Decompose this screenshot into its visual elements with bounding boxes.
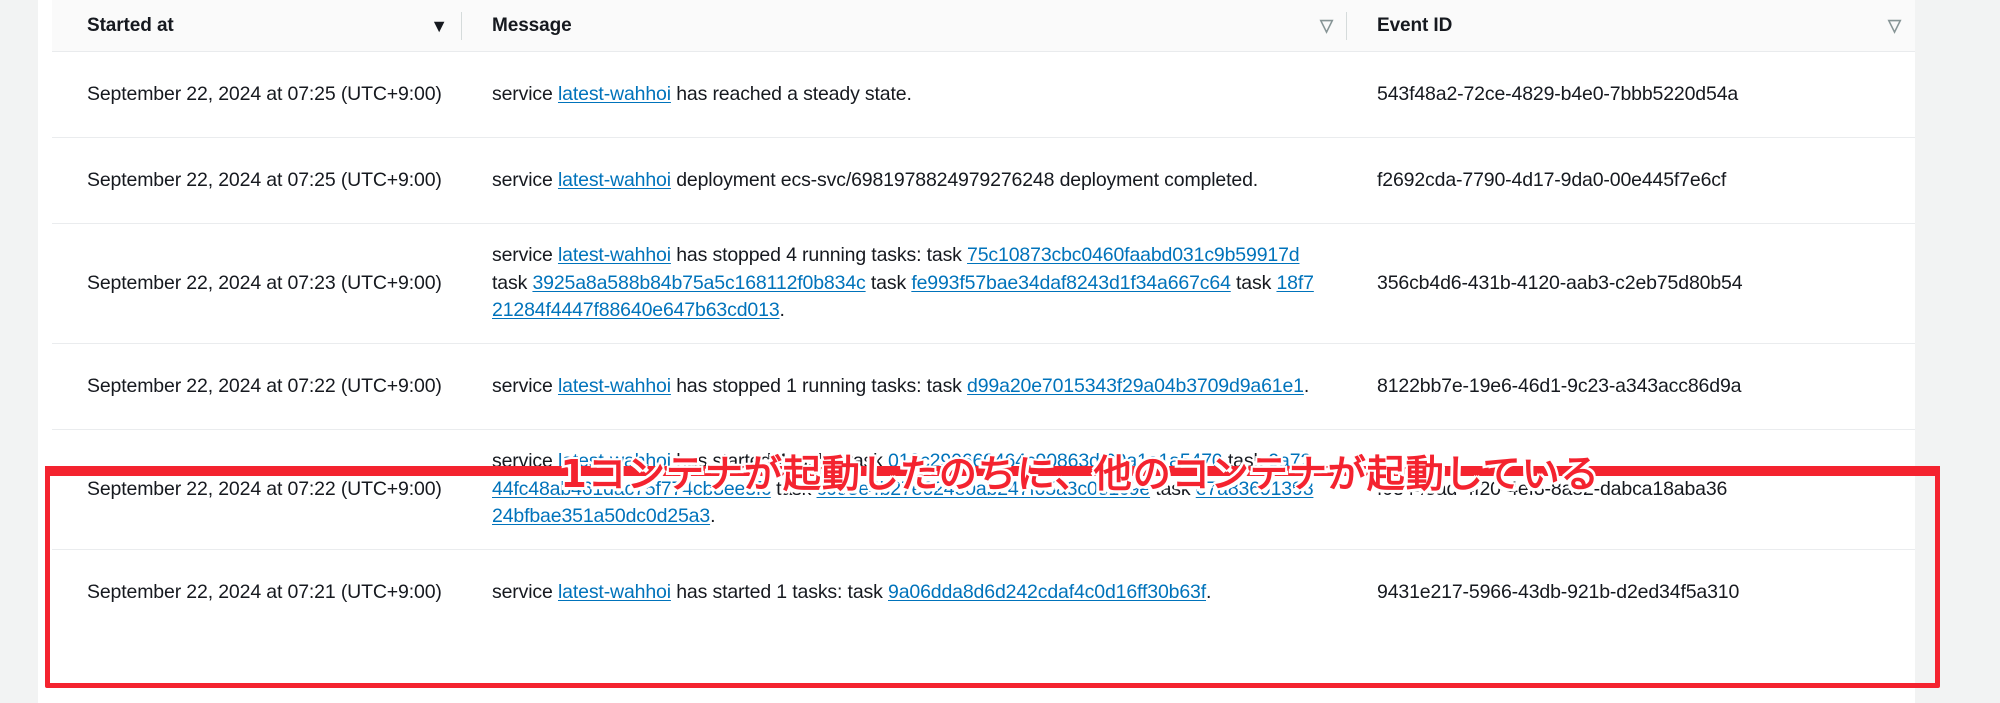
message-text-segment: . [1206, 581, 1212, 604]
cell-started-at: September 22, 2024 at 07:21 (UTC+9:00) [87, 581, 442, 604]
table-body: September 22, 2024 at 07:25 (UTC+9:00) se… [52, 52, 1915, 637]
sort-descending-filled-icon[interactable]: ▼ [430, 17, 448, 35]
message-text-segment: task [1150, 477, 1196, 500]
message-link[interactable]: d99a20e7015343f29a04b3709d9a61e1 [967, 375, 1304, 397]
message-text: service latest-wahhoi has started 4 task… [492, 448, 1321, 531]
table-row[interactable]: September 22, 2024 at 07:25 (UTC+9:00) se… [52, 52, 1915, 138]
message-text-segment: service [492, 168, 558, 191]
message-text-segment: has stopped 1 running tasks: task [670, 374, 968, 397]
message-text-segment: service [492, 244, 558, 266]
cell-event-id: 8122bb7e-19e6-46d1-9c23-a343acc86d9a [1377, 374, 1742, 397]
message-link[interactable]: latest-wahhoi [558, 169, 671, 191]
column-header-event-id-label: Event ID [1377, 14, 1453, 36]
message-text-segment: . [710, 505, 716, 528]
page-right-gutter [1915, 0, 2000, 703]
message-text-segment: has reached a steady state. [670, 82, 912, 105]
message-link[interactable]: 3925a8a588b84b75a5c168112f0b834c [532, 272, 865, 294]
table-row[interactable]: September 22, 2024 at 07:23 (UTC+9:00) se… [52, 224, 1915, 345]
message-link[interactable]: latest-wahhoi [558, 375, 671, 397]
message-text-segment: . [779, 299, 785, 322]
message-link[interactable]: latest-wahhoi [558, 83, 671, 105]
message-link[interactable]: 019c290660464c90863df09a1a1a5470 [888, 450, 1223, 472]
message-text: service latest-wahhoi deployment ecs-svc… [492, 167, 1258, 195]
sort-hollow-icon[interactable]: ▽ [1320, 17, 1333, 34]
column-header-message[interactable]: Message ▽ [462, 0, 1347, 52]
message-text-segment: deployment ecs-svc/6981978824979276248 d… [670, 168, 1259, 191]
cell-started-at: September 22, 2024 at 07:22 (UTC+9:00) [87, 477, 442, 500]
message-text-segment: service [492, 82, 558, 105]
cell-started-at: September 22, 2024 at 07:25 (UTC+9:00) [87, 82, 442, 105]
message-text-segment: task [1230, 271, 1277, 294]
message-link[interactable]: latest-wahhoi [558, 581, 671, 603]
cell-message: service latest-wahhoi has started 1 task… [462, 550, 1347, 636]
cell-message: service latest-wahhoi has started 4 task… [462, 430, 1347, 549]
cell-message: service latest-wahhoi has reached a stea… [462, 52, 1347, 137]
message-text-segment: task [770, 477, 817, 500]
message-link[interactable]: latest-wahhoi [558, 244, 671, 266]
page-left-gutter [0, 0, 38, 703]
cell-started-at: September 22, 2024 at 07:22 (UTC+9:00) [87, 374, 442, 397]
message-text-segment: has started 4 tasks: task [670, 450, 888, 473]
cell-event-id: f2692cda-7790-4d17-9da0-00e445f7e6cf [1377, 168, 1727, 191]
column-header-event-id[interactable]: Event ID ▽ [1347, 0, 1915, 52]
message-link[interactable]: 75c10873cbc0460faabd031c9b59917d [967, 244, 1300, 266]
message-text-segment: service [492, 581, 558, 604]
column-header-message-label: Message [492, 14, 572, 36]
table-row[interactable]: September 22, 2024 at 07:21 (UTC+9:00) se… [52, 550, 1915, 637]
message-link[interactable]: latest-wahhoi [558, 450, 671, 472]
cell-event-id: 543f48a2-72ce-4829-b4e0-7bbb5220d54a [1377, 82, 1739, 105]
cell-message: service latest-wahhoi has stopped 1 runn… [462, 344, 1347, 429]
cell-message: service latest-wahhoi has stopped 4 runn… [462, 224, 1347, 343]
column-header-started-at[interactable]: Started at ▼ [52, 0, 462, 52]
message-text: service latest-wahhoi has started 1 task… [492, 579, 1211, 607]
message-text-segment: service [492, 374, 558, 397]
table-row[interactable]: September 22, 2024 at 07:25 (UTC+9:00) se… [52, 138, 1915, 224]
message-text: service latest-wahhoi has stopped 1 runn… [492, 373, 1309, 401]
table-left-padding [38, 0, 52, 703]
message-link[interactable]: fe993f57bae34daf8243d1f34a667c64 [911, 272, 1231, 294]
message-text-segment: has stopped 4 running tasks: task [670, 244, 968, 266]
message-text-segment: . [1303, 374, 1310, 397]
table-row[interactable]: September 22, 2024 at 07:22 (UTC+9:00) se… [52, 430, 1915, 551]
service-events-table-screen: Started at ▼ Message ▽ Event ID ▽ Septem… [0, 0, 2000, 703]
cell-event-id: 356cb4d6-431b-4120-aab3-c2eb75d80b54 [1377, 271, 1743, 294]
message-text-segment: task [492, 271, 533, 294]
cell-started-at: September 22, 2024 at 07:25 (UTC+9:00) [87, 168, 442, 191]
cell-event-id: f03443ad-4f20-4ef3-8a82-dabca18aba36 [1377, 477, 1728, 500]
message-link[interactable]: 9a06dda8d6d242cdaf4c0d16ff30b63f [888, 581, 1206, 603]
message-text: service latest-wahhoi has reached a stea… [492, 81, 912, 109]
message-text-segment: task [865, 271, 912, 294]
message-text-segment: service [492, 450, 558, 473]
sort-hollow-icon[interactable]: ▽ [1888, 17, 1901, 34]
message-text: service latest-wahhoi has stopped 4 runn… [492, 242, 1321, 325]
table-row[interactable]: September 22, 2024 at 07:22 (UTC+9:00) se… [52, 344, 1915, 431]
cell-event-id: 9431e217-5966-43db-921b-d2ed34f5a310 [1377, 581, 1740, 604]
message-text-segment: task [1222, 450, 1269, 473]
events-table: Started at ▼ Message ▽ Event ID ▽ Septem… [52, 0, 1915, 703]
table-header-row: Started at ▼ Message ▽ Event ID ▽ [52, 0, 1915, 52]
message-text-segment: has started 1 tasks: task [670, 581, 888, 604]
cell-message: service latest-wahhoi deployment ecs-svc… [462, 138, 1347, 223]
message-link[interactable]: c093e4b27e624e0ab247f05a3c081c9e [817, 478, 1151, 500]
column-header-started-at-label: Started at [87, 14, 174, 36]
cell-started-at: September 22, 2024 at 07:23 (UTC+9:00) [87, 271, 442, 294]
